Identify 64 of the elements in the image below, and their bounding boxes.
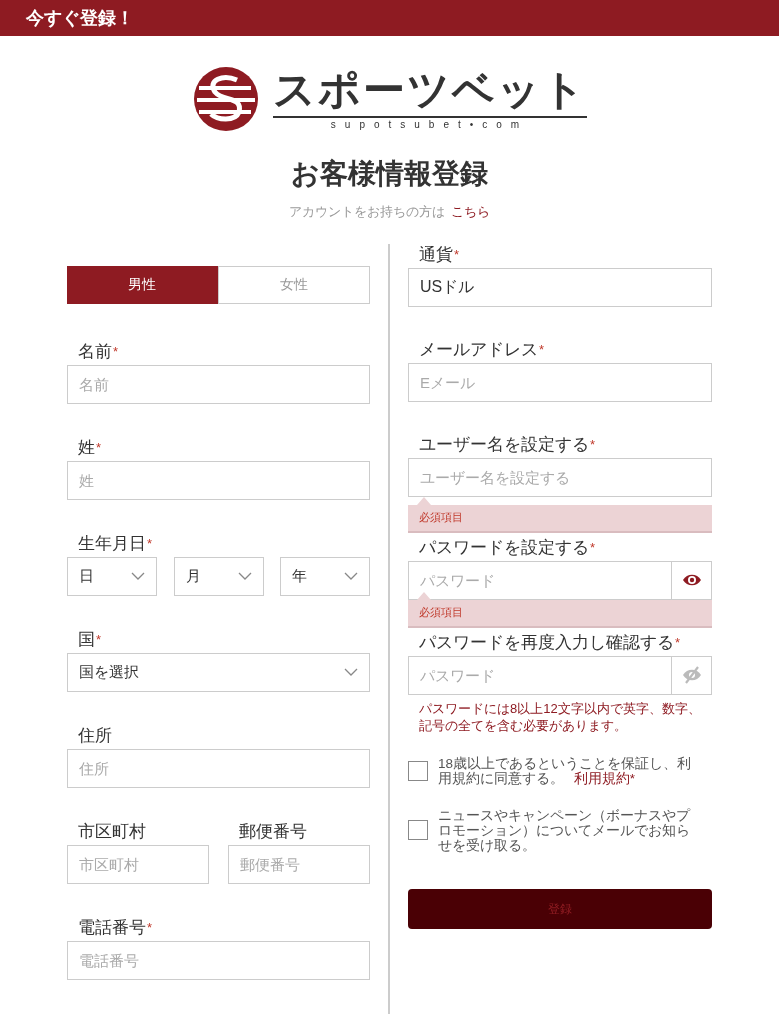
gender-tab[interactable]: 男性 <box>67 265 218 304</box>
required-mark: * <box>539 340 545 359</box>
header-title: 今すぐ登録！ <box>26 6 134 30</box>
input-field[interactable]: 市区町村 <box>67 844 209 884</box>
input-field[interactable]: 名前 <box>67 364 370 404</box>
field-label: 電話番号 <box>78 916 146 939</box>
logo-domain: supotsubet•com <box>329 117 530 132</box>
error-tooltip: 必須項目 <box>408 591 712 628</box>
select-value: 国を選択 <box>79 661 139 682</box>
chevron-down-icon <box>344 572 358 580</box>
required-mark: * <box>147 918 153 937</box>
field-label: 市区町村 <box>78 820 146 843</box>
select-value: 月 <box>185 565 201 586</box>
field-label: 郵便番号 <box>239 820 307 843</box>
chevron-down-icon <box>237 572 252 580</box>
password-hint: パスワードには8以上12文字以内で英字、数字、記号の全てを含む必要があります。 <box>418 699 702 734</box>
field-label: パスワードを設定する <box>419 536 589 559</box>
terms-link[interactable]: 利用規約* <box>573 770 636 786</box>
select-value: 年 <box>292 565 307 586</box>
required-mark: * <box>454 245 460 264</box>
input-field[interactable]: 姓 <box>67 460 370 500</box>
input-field[interactable]: パスワード <box>408 655 672 695</box>
field-label: パスワードを再度入力し確認する <box>419 631 674 654</box>
input-field[interactable]: USドル <box>408 267 712 307</box>
login-link[interactable]: こちら <box>451 202 490 222</box>
chevron-down-icon <box>131 572 145 580</box>
error-tooltip: 必須項目 <box>408 496 712 533</box>
field-label: 生年月日 <box>78 532 146 555</box>
select-field[interactable]: 国を選択 <box>67 652 370 692</box>
input-field[interactable]: ユーザー名を設定する <box>408 457 712 497</box>
required-mark: * <box>96 630 102 649</box>
input-field[interactable]: 住所 <box>67 748 370 788</box>
checkbox-label: 18歳以上であるということを保証し、利用規約に同意する。 利用規約* <box>438 755 693 786</box>
field-label: 住所 <box>78 724 112 747</box>
field-label: 名前 <box>78 340 112 363</box>
field-label: 国 <box>78 628 95 651</box>
input-field[interactable]: パスワード <box>408 560 672 600</box>
field-label: 通貨 <box>419 243 453 266</box>
select-value: 日 <box>79 565 94 586</box>
field-label: 姓 <box>78 436 95 459</box>
page-title: お客様情報登録 <box>290 157 489 191</box>
login-prompt: アカウントをお持ちの方は <box>289 203 445 221</box>
required-mark: * <box>96 438 102 457</box>
eye-icon[interactable] <box>672 560 712 600</box>
input-field[interactable]: Eメール <box>408 362 712 402</box>
required-mark: * <box>590 538 596 557</box>
checkbox-label: ニュースやキャンペーン（ボーナスやプロモーション）についてメールでお知らせを受け取る。 <box>438 807 692 853</box>
checkbox[interactable] <box>408 820 428 840</box>
select-field[interactable]: 月 <box>173 556 264 596</box>
checkbox[interactable] <box>408 760 428 781</box>
eye-slash-icon[interactable] <box>672 655 712 695</box>
input-field[interactable]: 郵便番号 <box>228 844 370 884</box>
input-field[interactable]: 電話番号 <box>67 940 370 980</box>
required-mark: * <box>590 435 596 454</box>
select-field[interactable]: 日 <box>67 556 157 596</box>
required-mark: * <box>675 633 681 652</box>
select-field[interactable]: 年 <box>280 556 370 596</box>
field-label: ユーザー名を設定する <box>419 433 589 456</box>
required-mark: * <box>147 534 153 553</box>
logo-wordmark: スポーツベット <box>272 66 587 113</box>
field-label: メールアドレス <box>419 338 538 361</box>
logo-icon <box>192 66 259 132</box>
required-mark: * <box>113 342 119 361</box>
chevron-down-icon <box>344 668 358 676</box>
